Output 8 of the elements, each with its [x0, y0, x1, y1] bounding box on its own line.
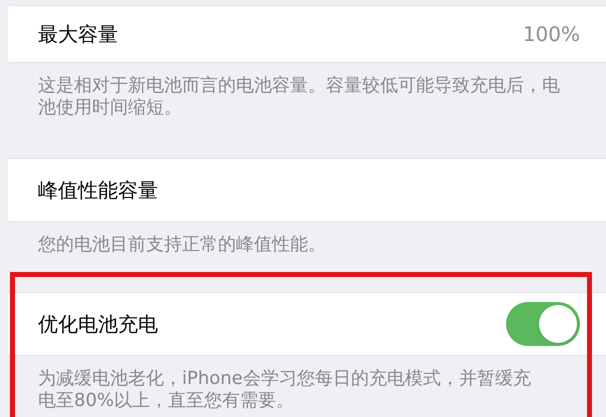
row-value: 100% — [522, 21, 580, 48]
toggle-switch[interactable] — [506, 302, 580, 346]
row-title: 峰值性能容量 — [38, 177, 158, 204]
row-description: 您的电池目前支持正常的峰值性能。 — [38, 234, 327, 256]
row-description: 这是相对于新电池而言的电池容量。容量较低可能导致充电后，电池使用时间缩短。 — [38, 75, 561, 119]
row-description: 为减缓电池老化，iPhone会学习您每日的充电模式，并暂缓充电至80%以上，直至您有需要。 — [38, 368, 532, 412]
row-title: 优化电池充电 — [38, 311, 158, 338]
row-title: 最大容量 — [38, 21, 118, 48]
